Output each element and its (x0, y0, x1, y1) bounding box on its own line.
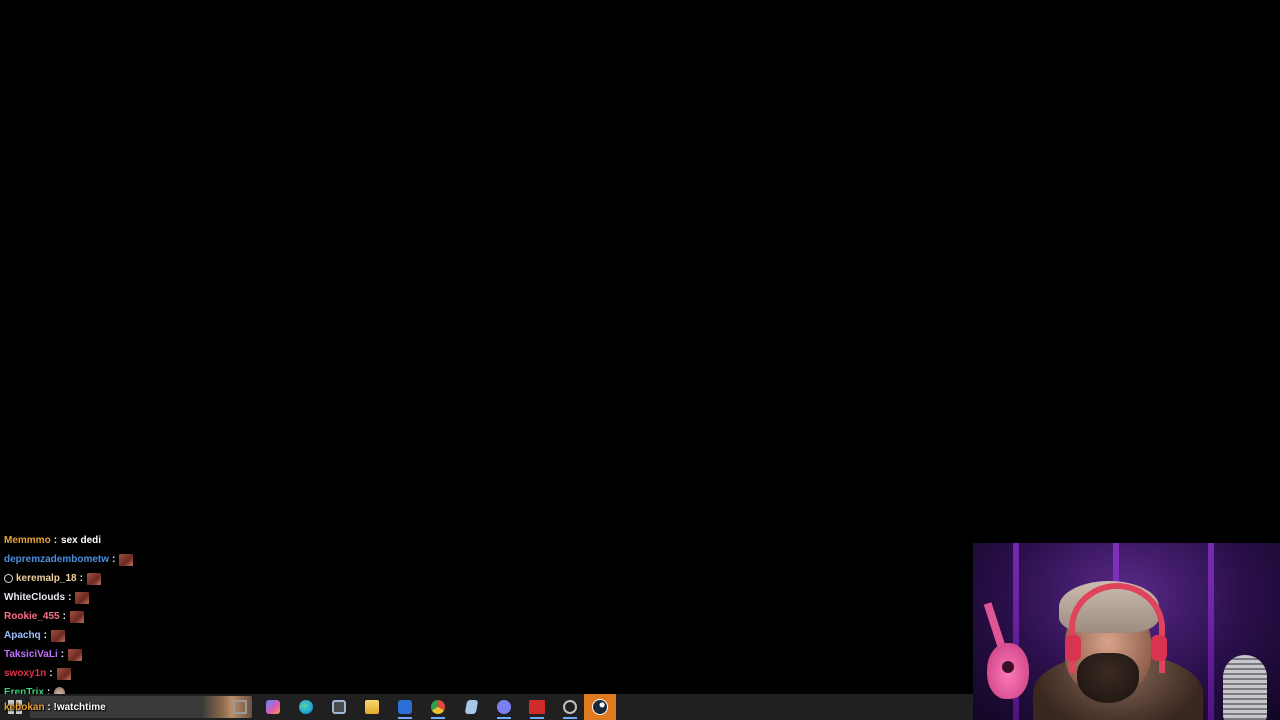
running-indicator (398, 717, 412, 719)
chat-separator: : (60, 649, 65, 660)
speedometer-button[interactable] (554, 694, 586, 720)
task-view-icon (233, 700, 247, 714)
emote-icon (56, 667, 71, 680)
headset (1069, 583, 1165, 673)
chat-username: kebokan (4, 702, 45, 713)
running-indicator (431, 717, 445, 719)
file-explorer-icon (365, 700, 379, 714)
neon-light (1208, 543, 1214, 720)
running-indicator (497, 717, 511, 719)
chat-message: Apachq : (4, 626, 304, 645)
edge-button[interactable] (290, 694, 322, 720)
chat-message: swoxy1n : (4, 664, 304, 683)
copilot-button[interactable] (257, 694, 289, 720)
chat-username: Apachq (4, 630, 41, 641)
discord-button[interactable] (488, 694, 520, 720)
emote-icon (51, 629, 66, 642)
chat-message: keremalp_18 : (4, 569, 304, 588)
speedometer-icon (563, 700, 577, 714)
chrome-button[interactable] (422, 694, 454, 720)
steam-icon (592, 699, 608, 715)
chat-message: depremzadembometw : (4, 550, 304, 569)
notepad-button[interactable] (455, 694, 487, 720)
chat-username: keremalp_18 (16, 573, 77, 584)
chat-message: TaksiciVaLi : (4, 645, 304, 664)
file-explorer-button[interactable] (356, 694, 388, 720)
discord-icon (497, 700, 511, 714)
guitar-soundhole (1002, 661, 1014, 673)
chat-username: TaksiciVaLi (4, 649, 58, 660)
chat-separator: : (47, 702, 51, 713)
running-indicator (530, 717, 544, 719)
steam-button[interactable] (584, 694, 616, 720)
chat-separator: : (43, 630, 48, 641)
store-button[interactable] (323, 694, 355, 720)
copilot-icon (266, 700, 280, 714)
chat-username: WhiteClouds (4, 592, 66, 603)
outlook-icon (398, 700, 412, 714)
microphone (1223, 655, 1267, 720)
headset-earcup (1065, 635, 1081, 661)
headset-earcup (1151, 635, 1167, 661)
outlook-button[interactable] (389, 694, 421, 720)
chat-separator: : (68, 592, 72, 603)
taskbar (0, 694, 973, 720)
chat-message: kebokan : !watchtime (4, 702, 106, 713)
chat-separator: : (53, 535, 58, 546)
emote-icon (68, 648, 83, 661)
chat-username: swoxy1n (4, 668, 47, 679)
stream-canvas: Memmmo : sex dedi depremzadembometw : ke… (0, 0, 1280, 720)
voicemeeter-button[interactable] (521, 694, 553, 720)
chat-message: Memmmo : sex dedi (4, 531, 304, 550)
chat-message: WhiteClouds : (4, 588, 304, 607)
emote-icon (119, 553, 134, 566)
chat-text: sex dedi (61, 535, 102, 546)
emote-icon (75, 591, 90, 604)
edge-icon (299, 700, 313, 714)
chat-overlay: Memmmo : sex dedi depremzadembometw : ke… (4, 531, 304, 702)
chrome-icon (431, 700, 445, 714)
voicemeeter-icon (529, 700, 545, 714)
emote-icon (69, 610, 84, 623)
webcam-overlay (973, 543, 1280, 720)
chat-separator: : (49, 668, 53, 679)
chat-separator: : (79, 573, 83, 584)
chat-message: Rookie_455 : (4, 607, 304, 626)
task-view-button[interactable] (224, 694, 256, 720)
chat-text: !watchtime (53, 702, 106, 713)
chat-separator: : (62, 611, 66, 622)
chat-username: depremzadembometw (4, 554, 110, 565)
running-indicator (563, 717, 577, 719)
chat-username: Rookie_455 (4, 611, 60, 622)
store-icon (332, 700, 346, 714)
notepad-icon (464, 700, 478, 714)
emote-icon (86, 572, 101, 585)
chat-separator: : (112, 554, 116, 565)
badge-icon (4, 574, 13, 583)
chat-username: Memmmo (4, 535, 51, 546)
